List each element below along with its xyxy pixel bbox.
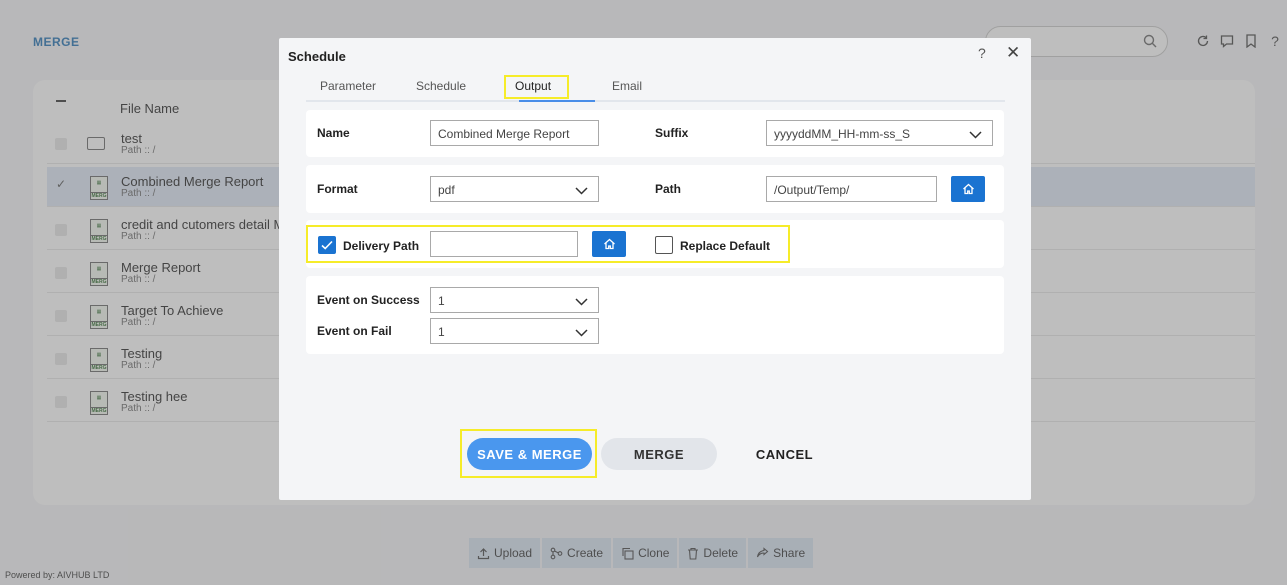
path-input[interactable]: /Output/Temp/: [766, 176, 937, 202]
help-icon[interactable]: ?: [978, 45, 986, 61]
event-fail-label: Event on Fail: [317, 324, 392, 338]
chevron-down-icon: [969, 128, 982, 142]
schedule-dialog: Schedule ? ✕ Parameter Schedule Output E…: [279, 38, 1031, 500]
chevron-down-icon: [575, 295, 588, 309]
tab-schedule[interactable]: Schedule: [416, 79, 466, 93]
event-success-select[interactable]: 1: [430, 287, 599, 313]
tab-parameter[interactable]: Parameter: [320, 79, 376, 93]
cancel-button[interactable]: CANCEL: [742, 438, 827, 470]
name-label: Name: [317, 126, 350, 140]
suffix-select[interactable]: yyyyddMM_HH-mm-ss_S: [766, 120, 993, 146]
merge-button[interactable]: MERGE: [601, 438, 717, 470]
format-path-card: Format pdf Path /Output/Temp/: [306, 165, 1004, 213]
path-label: Path: [655, 182, 682, 196]
active-tab-indicator: [519, 100, 595, 102]
event-fail-value: 1: [438, 325, 445, 339]
chevron-down-icon: [575, 326, 588, 340]
chevron-down-icon: [575, 184, 588, 198]
event-success-value: 1: [438, 294, 445, 308]
name-input[interactable]: Combined Merge Report: [430, 120, 599, 146]
highlight-delivery-path: [306, 225, 790, 263]
event-fail-select[interactable]: 1: [430, 318, 599, 344]
close-icon[interactable]: ✕: [1006, 43, 1020, 63]
format-select[interactable]: pdf: [430, 176, 599, 202]
name-suffix-card: Name Combined Merge Report Suffix yyyydd…: [306, 110, 1004, 157]
highlight-output-tab: [504, 75, 569, 99]
home-icon: [962, 183, 974, 195]
path-home-button[interactable]: [951, 176, 985, 202]
dialog-tabs: Parameter Schedule Output Email: [306, 74, 1005, 102]
event-success-label: Event on Success: [317, 293, 420, 307]
tab-email[interactable]: Email: [612, 79, 642, 93]
format-label: Format: [317, 182, 358, 196]
format-value: pdf: [438, 183, 455, 197]
suffix-label: Suffix: [655, 126, 689, 140]
suffix-value: yyyyddMM_HH-mm-ss_S: [774, 127, 911, 141]
events-card: Event on Success 1 Event on Fail 1: [306, 276, 1004, 354]
highlight-save-merge: [460, 429, 597, 478]
dialog-title: Schedule: [288, 49, 346, 64]
